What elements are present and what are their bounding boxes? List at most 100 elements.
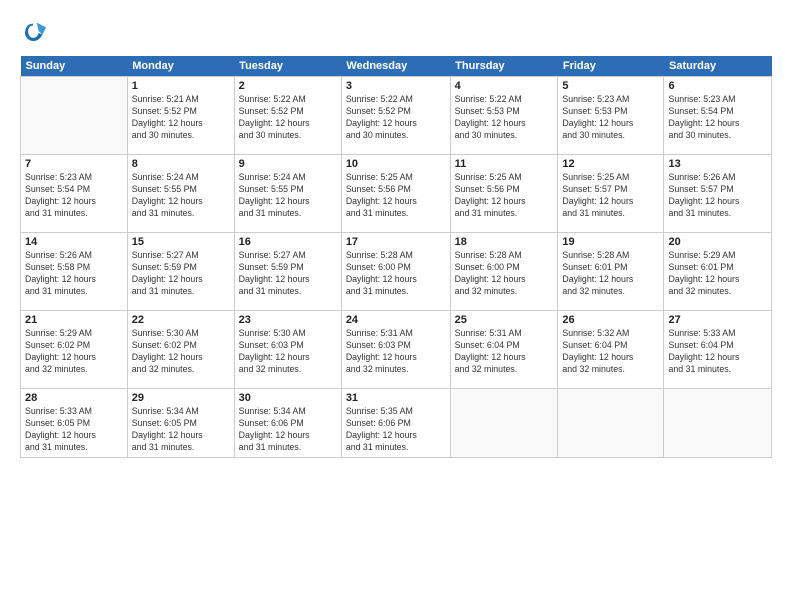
cell-text: Sunrise: 5:32 AM Sunset: 6:04 PM Dayligh… [562, 328, 659, 376]
day-number: 24 [346, 314, 446, 326]
day-number: 13 [668, 158, 767, 170]
day-number: 25 [455, 314, 554, 326]
day-number: 28 [25, 392, 123, 404]
calendar-cell: 26 Sunrise: 5:32 AM Sunset: 6:04 PM Dayli… [558, 311, 664, 389]
week-row-2: 7 Sunrise: 5:23 AM Sunset: 5:54 PM Daylig… [21, 155, 772, 233]
day-number: 26 [562, 314, 659, 326]
calendar-cell [558, 389, 664, 458]
calendar-cell: 14 Sunrise: 5:26 AM Sunset: 5:58 PM Dayli… [21, 233, 128, 311]
page: SundayMondayTuesdayWednesdayThursdayFrid… [0, 0, 792, 612]
week-row-4: 21Sunrise: 5:29 AM Sunset: 6:02 PM Dayli… [21, 311, 772, 389]
cell-text: Sunrise: 5:25 AM Sunset: 5:56 PM Dayligh… [346, 172, 446, 220]
cell-text: Sunrise: 5:25 AM Sunset: 5:56 PM Dayligh… [455, 172, 554, 220]
calendar-cell: 31Sunrise: 5:35 AM Sunset: 6:06 PM Dayli… [341, 389, 450, 458]
cell-text: Sunrise: 5:26 AM Sunset: 5:57 PM Dayligh… [668, 172, 767, 220]
cell-text: Sunrise: 5:22 AM Sunset: 5:52 PM Dayligh… [346, 94, 446, 142]
day-number: 10 [346, 158, 446, 170]
day-header-monday: Monday [127, 56, 234, 77]
day-header-tuesday: Tuesday [234, 56, 341, 77]
logo [20, 18, 52, 46]
day-number: 29 [132, 392, 230, 404]
header-row: SundayMondayTuesdayWednesdayThursdayFrid… [21, 56, 772, 77]
calendar-cell: 20 Sunrise: 5:29 AM Sunset: 6:01 PM Dayli… [664, 233, 772, 311]
calendar-cell: 4Sunrise: 5:22 AM Sunset: 5:53 PM Daylig… [450, 77, 558, 155]
calendar-cell: 24 Sunrise: 5:31 AM Sunset: 6:03 PM Dayli… [341, 311, 450, 389]
day-number: 19 [562, 236, 659, 248]
day-number: 18 [455, 236, 554, 248]
day-header-saturday: Saturday [664, 56, 772, 77]
day-number: 14 [25, 236, 123, 248]
day-number: 15 [132, 236, 230, 248]
day-number: 4 [455, 80, 554, 92]
cell-text: Sunrise: 5:26 AM Sunset: 5:58 PM Dayligh… [25, 250, 123, 298]
calendar-cell: 16 Sunrise: 5:27 AM Sunset: 5:59 PM Dayli… [234, 233, 341, 311]
week-row-5: 28 Sunrise: 5:33 AM Sunset: 6:05 PM Dayli… [21, 389, 772, 458]
calendar-cell: 8 Sunrise: 5:24 AM Sunset: 5:55 PM Daylig… [127, 155, 234, 233]
cell-text: Sunrise: 5:34 AM Sunset: 6:05 PM Dayligh… [132, 406, 230, 454]
calendar-cell: 11 Sunrise: 5:25 AM Sunset: 5:56 PM Dayli… [450, 155, 558, 233]
day-header-sunday: Sunday [21, 56, 128, 77]
calendar-cell: 15 Sunrise: 5:27 AM Sunset: 5:59 PM Dayli… [127, 233, 234, 311]
calendar-cell [664, 389, 772, 458]
calendar-cell: 25 Sunrise: 5:31 AM Sunset: 6:04 PM Dayli… [450, 311, 558, 389]
calendar-cell: 30Sunrise: 5:34 AM Sunset: 6:06 PM Dayli… [234, 389, 341, 458]
cell-text: Sunrise: 5:29 AM Sunset: 6:01 PM Dayligh… [668, 250, 767, 298]
calendar-cell: 18 Sunrise: 5:28 AM Sunset: 6:00 PM Dayli… [450, 233, 558, 311]
day-number: 6 [668, 80, 767, 92]
day-number: 5 [562, 80, 659, 92]
calendar-table: SundayMondayTuesdayWednesdayThursdayFrid… [20, 56, 772, 458]
cell-text: Sunrise: 5:28 AM Sunset: 6:00 PM Dayligh… [455, 250, 554, 298]
cell-text: Sunrise: 5:34 AM Sunset: 6:06 PM Dayligh… [239, 406, 337, 454]
day-number: 1 [132, 80, 230, 92]
calendar-cell: 29 Sunrise: 5:34 AM Sunset: 6:05 PM Dayli… [127, 389, 234, 458]
calendar-cell [450, 389, 558, 458]
calendar-cell: 22 Sunrise: 5:30 AM Sunset: 6:02 PM Dayli… [127, 311, 234, 389]
cell-text: Sunrise: 5:25 AM Sunset: 5:57 PM Dayligh… [562, 172, 659, 220]
calendar-cell: 19 Sunrise: 5:28 AM Sunset: 6:01 PM Dayli… [558, 233, 664, 311]
day-number: 31 [346, 392, 446, 404]
calendar-cell: 10 Sunrise: 5:25 AM Sunset: 5:56 PM Dayli… [341, 155, 450, 233]
day-number: 16 [239, 236, 337, 248]
cell-text: Sunrise: 5:27 AM Sunset: 5:59 PM Dayligh… [132, 250, 230, 298]
day-number: 21 [25, 314, 123, 326]
cell-text: Sunrise: 5:33 AM Sunset: 6:05 PM Dayligh… [25, 406, 123, 454]
day-number: 8 [132, 158, 230, 170]
calendar-cell: 21Sunrise: 5:29 AM Sunset: 6:02 PM Dayli… [21, 311, 128, 389]
cell-text: Sunrise: 5:24 AM Sunset: 5:55 PM Dayligh… [239, 172, 337, 220]
calendar-cell: 13 Sunrise: 5:26 AM Sunset: 5:57 PM Dayli… [664, 155, 772, 233]
day-number: 11 [455, 158, 554, 170]
week-row-3: 14 Sunrise: 5:26 AM Sunset: 5:58 PM Dayli… [21, 233, 772, 311]
calendar-cell: 5 Sunrise: 5:23 AM Sunset: 5:53 PM Daylig… [558, 77, 664, 155]
day-header-wednesday: Wednesday [341, 56, 450, 77]
cell-text: Sunrise: 5:28 AM Sunset: 6:01 PM Dayligh… [562, 250, 659, 298]
calendar-cell: 23Sunrise: 5:30 AM Sunset: 6:03 PM Dayli… [234, 311, 341, 389]
header [20, 18, 772, 46]
day-header-friday: Friday [558, 56, 664, 77]
cell-text: Sunrise: 5:33 AM Sunset: 6:04 PM Dayligh… [668, 328, 767, 376]
cell-text: Sunrise: 5:27 AM Sunset: 5:59 PM Dayligh… [239, 250, 337, 298]
day-number: 20 [668, 236, 767, 248]
cell-text: Sunrise: 5:23 AM Sunset: 5:54 PM Dayligh… [668, 94, 767, 142]
day-number: 7 [25, 158, 123, 170]
cell-text: Sunrise: 5:24 AM Sunset: 5:55 PM Dayligh… [132, 172, 230, 220]
calendar-cell [21, 77, 128, 155]
cell-text: Sunrise: 5:31 AM Sunset: 6:03 PM Dayligh… [346, 328, 446, 376]
cell-text: Sunrise: 5:28 AM Sunset: 6:00 PM Dayligh… [346, 250, 446, 298]
calendar-cell: 7 Sunrise: 5:23 AM Sunset: 5:54 PM Daylig… [21, 155, 128, 233]
day-header-thursday: Thursday [450, 56, 558, 77]
cell-text: Sunrise: 5:22 AM Sunset: 5:52 PM Dayligh… [239, 94, 337, 142]
day-number: 17 [346, 236, 446, 248]
cell-text: Sunrise: 5:31 AM Sunset: 6:04 PM Dayligh… [455, 328, 554, 376]
cell-text: Sunrise: 5:30 AM Sunset: 6:03 PM Dayligh… [239, 328, 337, 376]
day-number: 22 [132, 314, 230, 326]
calendar-cell: 28 Sunrise: 5:33 AM Sunset: 6:05 PM Dayli… [21, 389, 128, 458]
week-row-1: 1Sunrise: 5:21 AM Sunset: 5:52 PM Daylig… [21, 77, 772, 155]
cell-text: Sunrise: 5:30 AM Sunset: 6:02 PM Dayligh… [132, 328, 230, 376]
cell-text: Sunrise: 5:23 AM Sunset: 5:53 PM Dayligh… [562, 94, 659, 142]
calendar-cell: 3 Sunrise: 5:22 AM Sunset: 5:52 PM Daylig… [341, 77, 450, 155]
cell-text: Sunrise: 5:23 AM Sunset: 5:54 PM Dayligh… [25, 172, 123, 220]
day-number: 9 [239, 158, 337, 170]
day-number: 2 [239, 80, 337, 92]
day-number: 3 [346, 80, 446, 92]
calendar-cell: 12Sunrise: 5:25 AM Sunset: 5:57 PM Dayli… [558, 155, 664, 233]
